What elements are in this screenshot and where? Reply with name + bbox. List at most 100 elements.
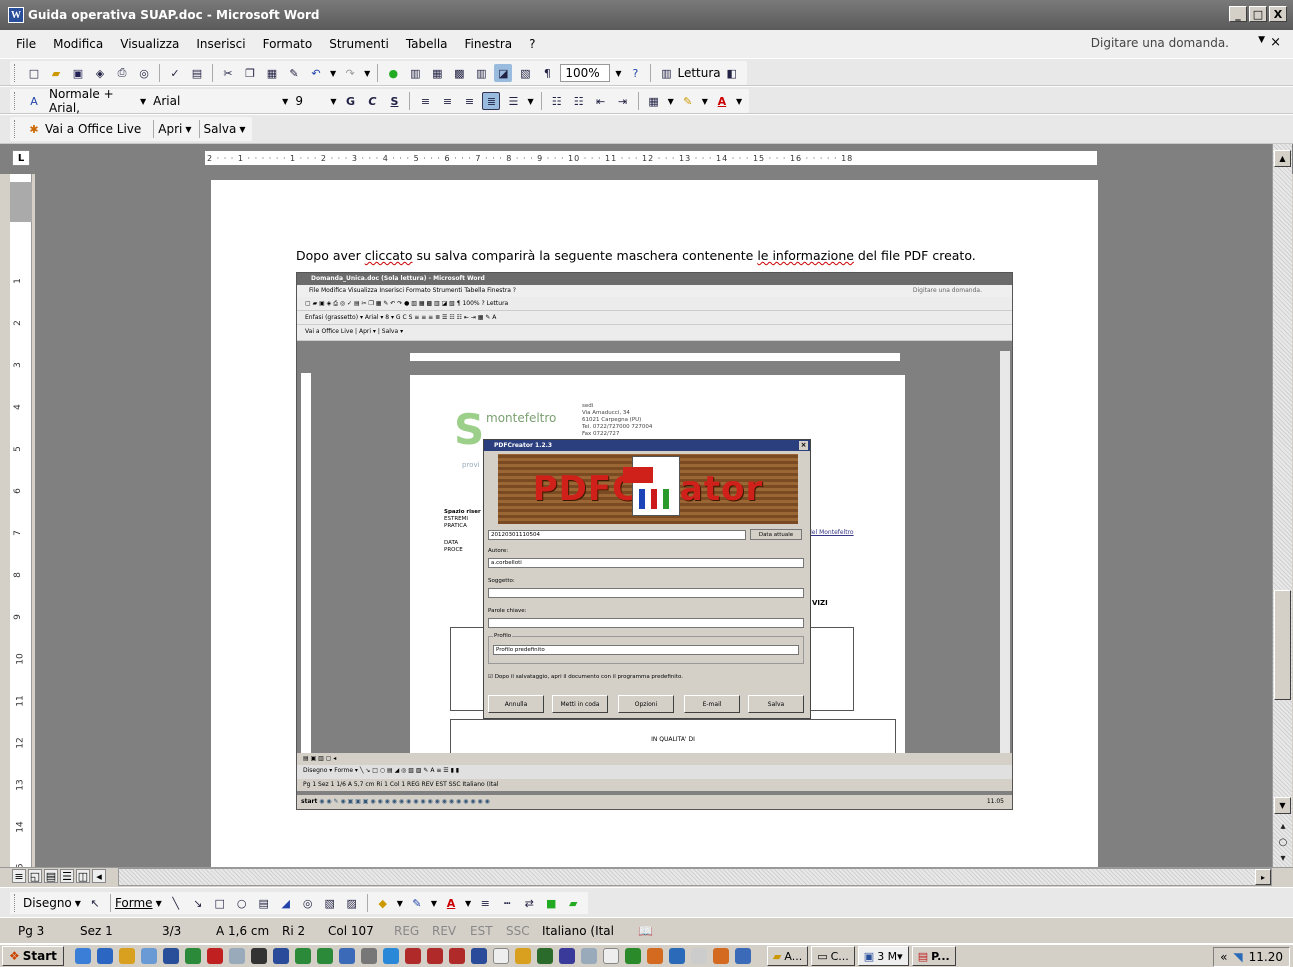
start-button[interactable]: ❖ Start xyxy=(2,946,64,966)
close-document-button[interactable]: × xyxy=(1270,35,1281,50)
underline-button[interactable]: S xyxy=(385,92,403,110)
clock[interactable]: 11.20 xyxy=(1249,950,1283,964)
font-color-icon[interactable]: A xyxy=(442,894,460,912)
arrow-style-icon[interactable]: ⇄ xyxy=(520,894,538,912)
rectangle-icon[interactable]: □ xyxy=(211,894,229,912)
app-icon[interactable] xyxy=(272,948,289,964)
tables-borders-icon[interactable]: ▥ xyxy=(406,64,424,82)
vertical-scrollbar[interactable]: ▲ ▼ ▴ ○ ▾ xyxy=(1272,144,1292,867)
size-select[interactable]: 9 xyxy=(291,94,327,108)
cut-icon[interactable]: ✂ xyxy=(219,64,237,82)
app-icon[interactable] xyxy=(536,948,553,964)
app-icon[interactable] xyxy=(448,948,465,964)
line-color-icon[interactable]: ✎ xyxy=(408,894,426,912)
permission-icon[interactable]: ◈ xyxy=(91,64,109,82)
app-icon[interactable] xyxy=(734,948,751,964)
pilcrow-icon[interactable]: ¶ xyxy=(538,64,556,82)
app-icon[interactable] xyxy=(426,948,443,964)
explorer-icon[interactable] xyxy=(140,948,157,964)
save-icon[interactable]: ▣ xyxy=(69,64,87,82)
acrobat-icon[interactable] xyxy=(206,948,223,964)
menu-finestra[interactable]: Finestra xyxy=(465,37,513,51)
italic-button[interactable]: C xyxy=(363,92,381,110)
status-est[interactable]: EST xyxy=(462,924,498,938)
undo-icon[interactable]: ↶ xyxy=(307,64,325,82)
spelling-error-text[interactable]: le informazione xyxy=(757,248,854,263)
new-document-icon[interactable]: □ xyxy=(25,64,43,82)
status-reg[interactable]: REG xyxy=(386,924,424,938)
open-folder-icon[interactable]: ▰ xyxy=(47,64,65,82)
bullets-icon[interactable]: ☷ xyxy=(570,92,588,110)
bold-button[interactable]: G xyxy=(341,92,359,110)
excel-icon[interactable] xyxy=(184,948,201,964)
align-left-icon[interactable]: ≡ xyxy=(416,92,434,110)
document-sentence[interactable]: Dopo aver cliccato su salva comparirà la… xyxy=(296,248,976,263)
app-icon[interactable] xyxy=(602,948,619,964)
toolbar-grip[interactable] xyxy=(14,92,17,110)
align-right-icon[interactable]: ≡ xyxy=(460,92,478,110)
app-icon[interactable] xyxy=(580,948,597,964)
app-icon[interactable] xyxy=(492,948,509,964)
diagram-icon[interactable]: ◎ xyxy=(299,894,317,912)
line-style-icon[interactable]: ≡ xyxy=(476,894,494,912)
ie-icon[interactable] xyxy=(74,948,91,964)
app-icon[interactable] xyxy=(646,948,663,964)
spelling-icon[interactable]: ✓ xyxy=(166,64,184,82)
scroll-up-icon[interactable]: ▲ xyxy=(1274,150,1291,167)
copy-icon[interactable]: ❐ xyxy=(241,64,259,82)
previous-page-icon[interactable]: ▴ xyxy=(1275,818,1291,834)
chevron-down-icon[interactable]: ▼ xyxy=(140,97,146,106)
app-icon[interactable] xyxy=(514,948,531,964)
horizontal-ruler[interactable]: 2 · · · 1 · · · · · · 1 · · · 2 · · · 3 … xyxy=(205,151,1097,165)
3d-icon[interactable]: ▰ xyxy=(564,894,582,912)
document-map-icon[interactable]: ▧ xyxy=(516,64,534,82)
help-search-input[interactable]: Digitare una domanda. xyxy=(1091,36,1229,50)
pen-icon[interactable] xyxy=(118,948,135,964)
notepad-icon[interactable] xyxy=(228,948,245,964)
drawing-icon[interactable]: ◪ xyxy=(494,64,513,82)
app-icon[interactable] xyxy=(382,948,399,964)
chevron-down-icon[interactable]: ▼ xyxy=(239,125,245,134)
chevron-down-icon[interactable]: ▼ xyxy=(431,899,437,908)
chevron-down-icon[interactable]: ▼ xyxy=(736,97,742,106)
textbox-icon[interactable]: ▤ xyxy=(255,894,273,912)
disegno-menu[interactable]: Disegno xyxy=(23,896,72,910)
browse-object-icon[interactable]: ○ xyxy=(1275,834,1291,850)
clipart-icon[interactable]: ▧ xyxy=(321,894,339,912)
app-icon[interactable] xyxy=(250,948,267,964)
menu-strumenti[interactable]: Strumenti xyxy=(329,37,389,51)
hyperlink-icon[interactable]: ● xyxy=(384,64,402,82)
task-button[interactable]: ▤ P... xyxy=(911,946,956,966)
app-icon[interactable] xyxy=(558,948,575,964)
arrow-icon[interactable]: ↘ xyxy=(189,894,207,912)
borders-icon[interactable]: ▦ xyxy=(645,92,663,110)
app-icon[interactable] xyxy=(624,948,641,964)
wordart-icon[interactable]: ◢ xyxy=(277,894,295,912)
line-spacing-icon[interactable]: ☰ xyxy=(504,92,522,110)
highlight-icon[interactable]: ✎ xyxy=(679,92,697,110)
font-color-icon[interactable]: A xyxy=(713,92,731,110)
increase-indent-icon[interactable]: ⇥ xyxy=(614,92,632,110)
app-icon[interactable] xyxy=(404,948,421,964)
word-icon[interactable] xyxy=(162,948,179,964)
research-icon[interactable]: ▤ xyxy=(188,64,206,82)
status-language[interactable]: Italiano (Ital xyxy=(534,924,630,938)
print-layout-icon[interactable]: ▤ xyxy=(44,869,58,883)
columns-icon[interactable]: ▥ xyxy=(472,64,490,82)
scroll-right-icon[interactable]: ▸ xyxy=(1255,869,1271,885)
task-button[interactable]: ▰ A... xyxy=(766,946,809,966)
insert-table-icon[interactable]: ▦ xyxy=(428,64,446,82)
network-icon[interactable]: ◥ xyxy=(1233,950,1242,964)
app-icon[interactable] xyxy=(470,948,487,964)
word-app-icon[interactable]: W xyxy=(8,7,24,23)
select-pointer-icon[interactable]: ↖ xyxy=(86,894,104,912)
oval-icon[interactable]: ○ xyxy=(233,894,251,912)
toolbar-grip[interactable] xyxy=(14,64,17,82)
format-painter-icon[interactable]: ✎ xyxy=(285,64,303,82)
styles-icon[interactable]: A xyxy=(25,92,43,110)
scroll-left-icon[interactable]: ◂ xyxy=(92,869,106,883)
chevron-down-icon[interactable]: ▼ xyxy=(465,899,471,908)
outline-view-icon[interactable]: ☰ xyxy=(60,869,74,883)
app-icon[interactable] xyxy=(690,948,707,964)
insert-excel-icon[interactable]: ▩ xyxy=(450,64,468,82)
